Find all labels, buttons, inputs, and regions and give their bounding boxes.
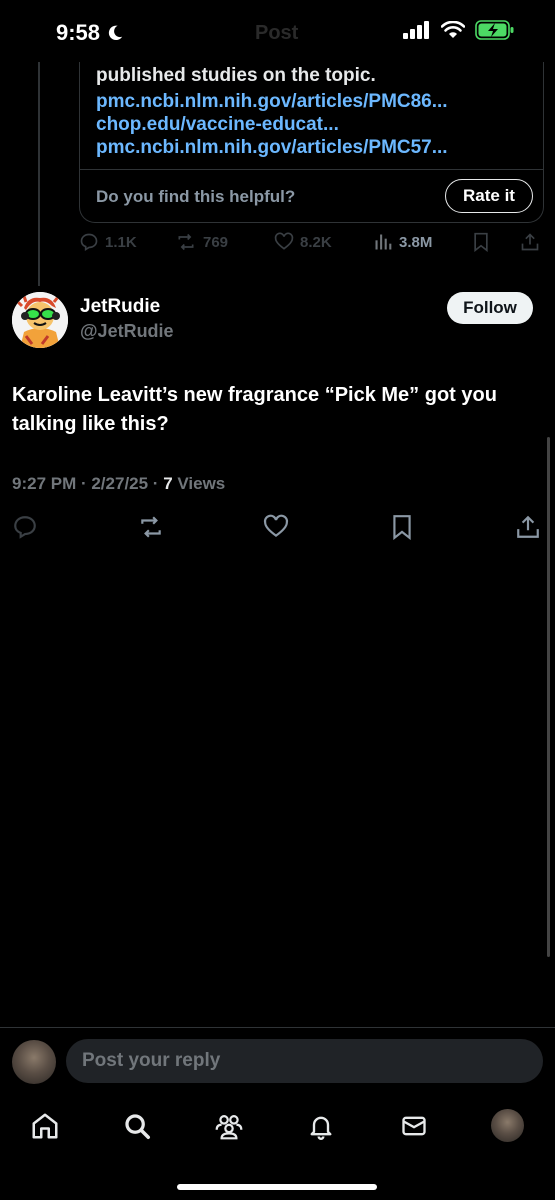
views-icon [375,234,392,250]
parent-share-button[interactable] [520,232,540,252]
post-timestamp: 9:27 PM · 2/27/25 · [12,474,164,493]
community-note-card: published studies on the topic. pmc.ncbi… [79,50,544,223]
current-user-avatar[interactable] [12,1040,56,1084]
author-display-name[interactable]: JetRudie [80,296,160,318]
post-actions [12,514,542,544]
like-button[interactable] [263,514,289,545]
reply-icon [80,233,98,252]
bookmark-icon [393,515,411,541]
battery-charging-icon [475,20,514,40]
header-title: Post [255,22,299,44]
reply-button[interactable] [12,514,38,545]
repost-icon [141,516,161,538]
nav-search[interactable] [120,1109,154,1143]
parent-bookmark-button[interactable] [472,232,490,252]
note-divider [80,169,543,170]
status-time: 9:58 [56,20,124,46]
parent-like-count: 8.2K [300,233,332,251]
author-handle[interactable]: @JetRudie [80,321,174,342]
nav-profile-avatar[interactable] [491,1109,524,1142]
heart-icon [274,232,294,250]
parent-repost-count: 769 [203,233,229,251]
home-indicator [177,1184,377,1190]
scrollbar[interactable] [547,437,550,957]
bottom-navigation [0,1097,555,1200]
post-text: Karoline Leavitt’s new fragrance “Pick M… [12,384,497,435]
nav-notifications[interactable] [304,1109,338,1143]
share-icon [517,515,539,538]
helpful-question: Do you find this helpful? [96,187,296,206]
bookmark-button[interactable] [390,514,414,545]
parent-reply-button[interactable]: 1.1K [79,232,137,252]
communities-icon [215,1115,243,1140]
author-avatar[interactable] [12,292,68,348]
rate-it-button[interactable]: Rate it [445,179,533,213]
heart-icon [263,514,289,537]
wifi-icon [441,21,465,38]
parent-post-actions: 1.1K 769 8.2K 3.8M [79,232,544,260]
cartoon-avatar-image [12,292,68,348]
cellular-signal-icon [403,21,429,39]
note-link-2[interactable]: chop.edu/vaccine-educat... [96,114,339,136]
notifications-icon [310,1116,332,1140]
post-views-label: Views [172,474,226,493]
reply-icon [14,516,36,539]
parent-repost-button[interactable]: 769 [175,232,228,252]
nav-messages[interactable] [397,1109,431,1143]
reply-input[interactable]: Post your reply [66,1039,543,1083]
follow-button[interactable]: Follow [447,292,533,324]
repost-button[interactable] [137,514,165,545]
nav-home[interactable] [28,1109,62,1143]
moon-icon [108,25,123,41]
nav-communities[interactable] [212,1109,246,1143]
share-icon [521,233,539,251]
parent-views-button[interactable]: 3.8M [373,232,432,252]
note-text: published studies on the topic. [96,65,376,86]
reply-composer: Post your reply [0,1027,555,1097]
share-button[interactable] [515,514,541,545]
parent-like-button[interactable]: 8.2K [274,232,332,252]
note-link-3[interactable]: pmc.ncbi.nlm.nih.gov/articles/PMC57... [96,137,448,159]
post-meta: 9:27 PM · 2/27/25 · 7 Views [12,474,225,494]
parent-views-count: 3.8M [399,233,433,251]
post-views-count[interactable]: 7 [163,474,172,493]
status-bar: Post 9:58 [0,0,555,62]
search-icon [125,1114,150,1139]
bookmark-icon [474,232,488,252]
home-icon [32,1113,58,1139]
parent-reply-count: 1.1K [105,233,137,251]
status-indicators [403,20,515,40]
clock-text: 9:58 [56,20,101,45]
repost-icon [178,233,194,251]
note-link-1[interactable]: pmc.ncbi.nlm.nih.gov/articles/PMC86... [96,91,448,113]
messages-icon [402,1116,426,1136]
thread-line [38,50,40,286]
